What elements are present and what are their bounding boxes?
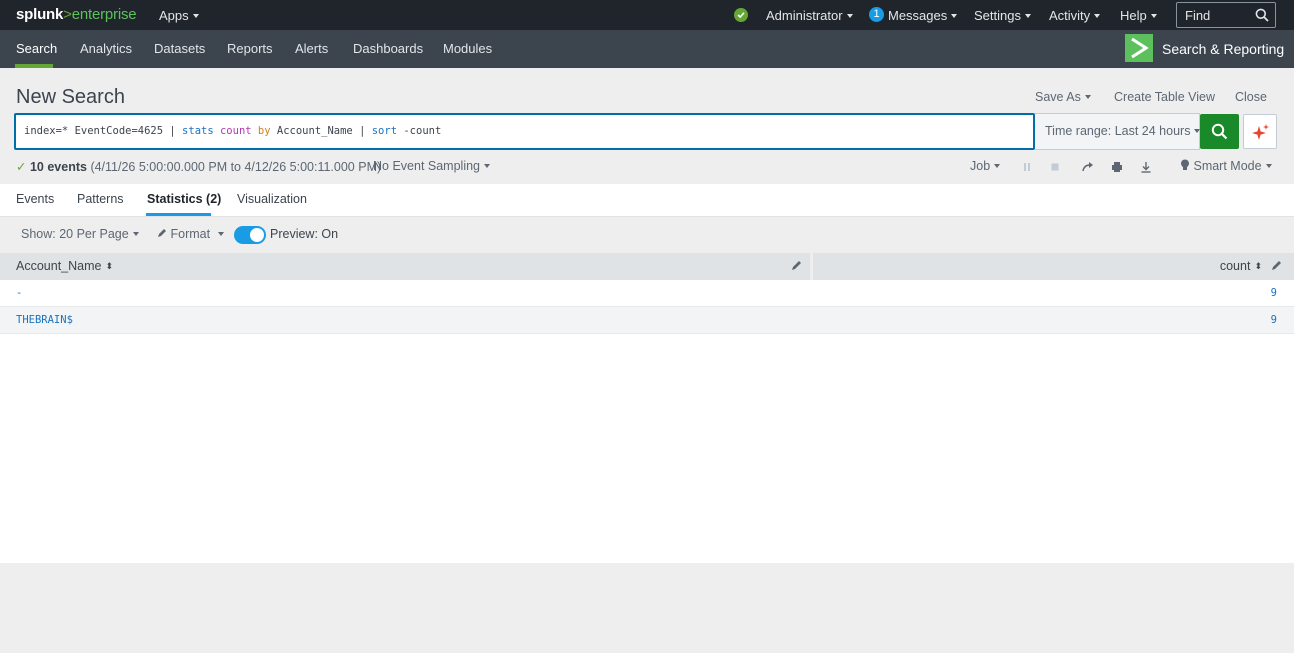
pause-icon[interactable]	[1020, 160, 1034, 174]
table-controls: Show: 20 Per Page Format Preview: On	[0, 217, 1294, 253]
nav-item-analytics[interactable]: Analytics	[80, 41, 132, 56]
tab-visualization[interactable]: Visualization	[237, 192, 307, 206]
export-icon[interactable]	[1139, 160, 1153, 174]
search-icon	[1211, 123, 1228, 140]
nav-item-dashboards[interactable]: Dashboards	[353, 41, 423, 56]
search-query-input[interactable]: index=* EventCode=4625 | stats count by …	[14, 113, 1035, 150]
column-header-count[interactable]: count ⬍	[813, 253, 1294, 280]
caret-down-icon	[1024, 14, 1031, 18]
query-token-plain: -count	[397, 125, 442, 137]
pencil-icon[interactable]	[1271, 259, 1283, 271]
caret-down-icon	[951, 14, 958, 18]
preview-label: Preview: On	[270, 227, 339, 241]
search-button[interactable]	[1200, 114, 1239, 149]
account-name-cell[interactable]: -	[16, 287, 22, 299]
find-input[interactable]: Find	[1176, 2, 1276, 28]
event-time-range: (4/11/26 5:00:00.000 PM to 4/12/26 5:00:…	[90, 160, 382, 174]
count-cell[interactable]: 9	[1271, 314, 1277, 326]
active-nav-indicator	[15, 64, 53, 68]
pencil-icon	[158, 229, 166, 237]
app-nav-bar: Search Analytics Datasets Reports Alerts…	[0, 30, 1294, 68]
create-table-view-button[interactable]: Create Table View	[1114, 90, 1215, 104]
nav-item-search[interactable]: Search	[16, 41, 57, 56]
event-sampling-dropdown[interactable]: No Event Sampling	[373, 159, 491, 173]
splunk-logo[interactable]: splunk>enterprise	[16, 6, 137, 23]
search-icon	[1255, 8, 1269, 22]
ai-assistant-button[interactable]	[1243, 114, 1277, 149]
count-cell[interactable]: 9	[1271, 287, 1277, 299]
caret-down-icon	[218, 232, 225, 236]
print-icon[interactable]	[1110, 160, 1124, 174]
sparkle-icon	[1252, 124, 1269, 140]
stop-icon[interactable]	[1048, 160, 1062, 174]
event-count: 10 events	[29, 160, 87, 174]
page-size-dropdown[interactable]: Show: 20 Per Page	[21, 227, 139, 241]
help-menu[interactable]: Help	[1120, 8, 1157, 23]
nav-item-alerts[interactable]: Alerts	[295, 41, 328, 56]
results-empty-area	[0, 334, 1294, 563]
user-menu[interactable]: Administrator	[766, 8, 853, 23]
query-token-kw: by	[257, 125, 271, 137]
active-tab-indicator	[146, 213, 211, 216]
page-title: New Search	[16, 86, 125, 108]
app-icon[interactable]	[1125, 34, 1153, 62]
check-icon: ✓	[16, 160, 27, 174]
table-row: - 9	[0, 280, 1294, 307]
nav-item-datasets[interactable]: Datasets	[154, 41, 205, 56]
page-footer-area	[0, 563, 1294, 653]
results-tabs: Events Patterns Statistics (2) Visualiza…	[0, 184, 1294, 217]
search-query-text: index=* EventCode=4625 | stats count by …	[24, 125, 441, 137]
caret-down-icon	[192, 14, 199, 18]
share-icon[interactable]	[1081, 160, 1095, 174]
tab-events[interactable]: Events	[16, 192, 54, 206]
caret-down-icon	[846, 14, 853, 18]
tab-statistics[interactable]: Statistics (2)	[147, 192, 221, 206]
apps-menu[interactable]: Apps	[159, 8, 199, 23]
close-button[interactable]: Close	[1235, 90, 1267, 104]
caret-down-icon	[132, 232, 139, 236]
query-token-fn: count	[219, 125, 252, 137]
caret-down-icon	[994, 164, 1001, 168]
preview-toggle[interactable]	[234, 226, 266, 244]
query-token-plain: Account_Name |	[270, 125, 372, 137]
query-token-plain: index=* EventCode=4625 |	[24, 125, 183, 137]
tab-patterns[interactable]: Patterns	[77, 192, 124, 206]
messages-menu[interactable]: Messages	[888, 8, 958, 23]
toggle-knob	[250, 228, 264, 242]
nav-item-modules[interactable]: Modules	[443, 41, 492, 56]
column-header-account-name[interactable]: Account_Name ⬍	[0, 253, 810, 280]
health-status-icon[interactable]	[734, 8, 748, 22]
sort-icon: ⬍	[1254, 261, 1262, 271]
caret-down-icon	[1094, 14, 1101, 18]
activity-menu[interactable]: Activity	[1049, 8, 1101, 23]
format-dropdown[interactable]: Format	[157, 227, 225, 241]
lightbulb-icon	[1181, 159, 1189, 170]
top-bar: splunk>enterprise Apps Administrator 1 M…	[0, 0, 1294, 30]
caret-down-icon	[1084, 95, 1091, 99]
job-status: ✓ 10 events (4/11/26 5:00:00.000 PM to 4…	[16, 159, 381, 174]
query-token-cmd: stats	[182, 125, 214, 137]
table-row: THEBRAIN$ 9	[0, 307, 1294, 334]
table-header: Account_Name ⬍ count ⬍	[0, 253, 1294, 280]
query-token-cmd: sort	[371, 125, 398, 137]
job-menu[interactable]: Job	[970, 159, 1001, 173]
messages-count-badge: 1	[869, 7, 884, 22]
app-title[interactable]: Search & Reporting	[1162, 41, 1284, 57]
settings-menu[interactable]: Settings	[974, 8, 1031, 23]
caret-down-icon	[1265, 164, 1272, 168]
search-mode-dropdown[interactable]: Smart Mode	[1180, 159, 1272, 173]
caret-down-icon	[1150, 14, 1157, 18]
save-as-button[interactable]: Save As	[1035, 90, 1091, 104]
pencil-icon[interactable]	[791, 259, 803, 271]
chevron-right-icon	[1131, 37, 1149, 59]
caret-down-icon	[484, 164, 491, 168]
sort-icon: ⬍	[105, 261, 114, 271]
time-range-picker[interactable]: Time range: Last 24 hours	[1035, 113, 1201, 150]
account-name-cell[interactable]: THEBRAIN$	[16, 314, 73, 326]
nav-item-reports[interactable]: Reports	[227, 41, 273, 56]
